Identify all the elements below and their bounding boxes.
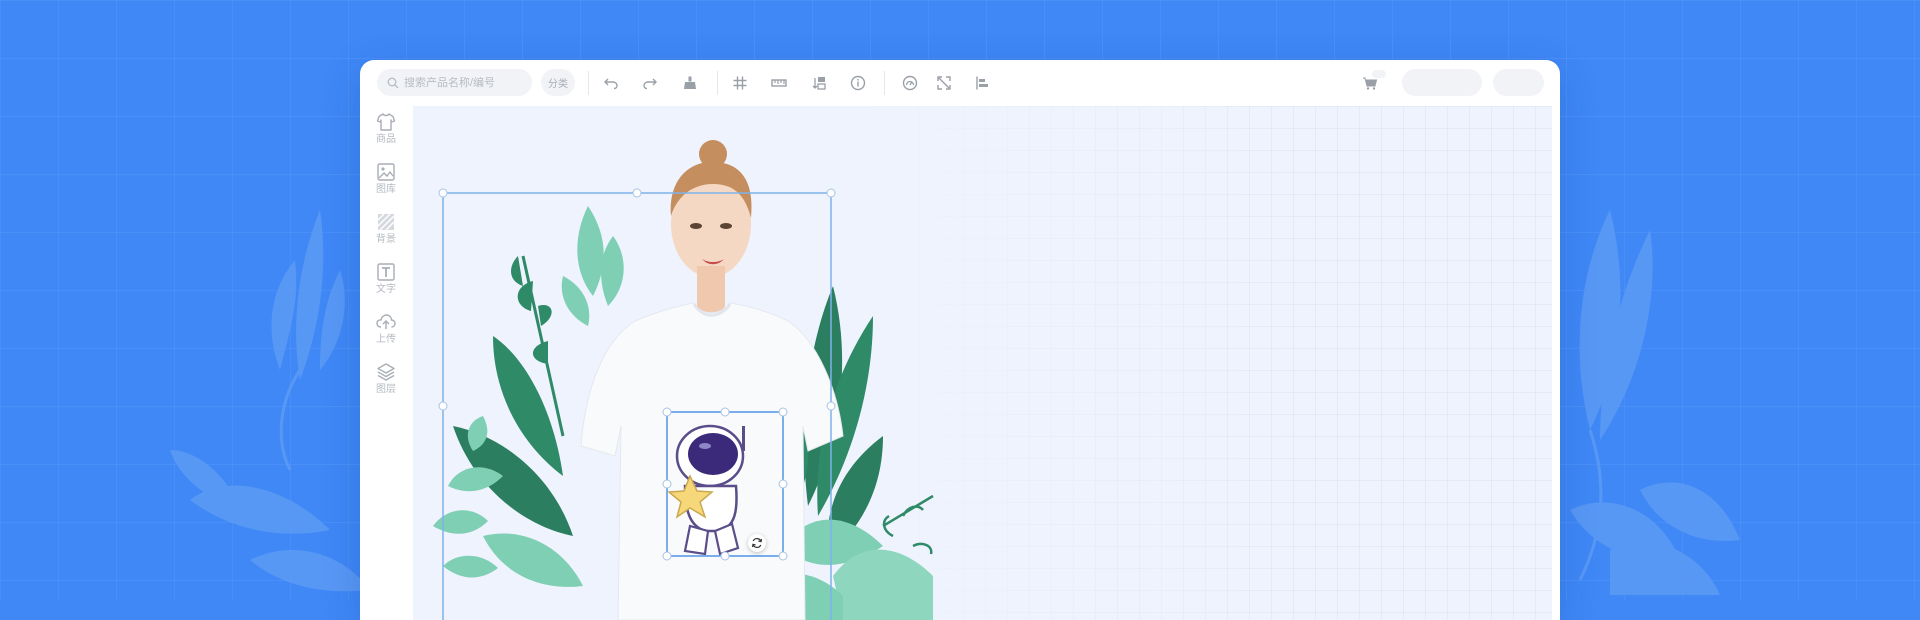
dashboard-icon[interactable] xyxy=(899,72,921,94)
background-leaf-right xyxy=(1570,210,1740,595)
product-mockup-image xyxy=(433,140,934,620)
sidebar-item-label: 商品 xyxy=(376,134,396,145)
upload-icon xyxy=(376,314,396,329)
sidebar-item-layers[interactable]: 图层 xyxy=(366,362,406,408)
expand-icon[interactable] xyxy=(933,72,955,94)
toolbar-divider xyxy=(588,71,589,95)
sidebar-item-label: 背景 xyxy=(376,234,396,245)
ruler-icon[interactable] xyxy=(768,72,790,94)
notification-badge xyxy=(1372,70,1386,78)
sidebar-item-label: 上传 xyxy=(376,334,396,345)
search-box[interactable] xyxy=(377,69,532,96)
search-icon xyxy=(387,77,399,88)
text-icon xyxy=(377,263,395,281)
info-icon[interactable] xyxy=(847,72,869,94)
sidebar-item-background[interactable]: 背景 xyxy=(366,212,406,258)
sidebar-item-text[interactable]: 文字 xyxy=(366,262,406,308)
editor-window: 分类 xyxy=(360,60,1560,620)
rotate-icon xyxy=(751,537,763,549)
layers-icon xyxy=(377,363,395,381)
toolbar: 分类 xyxy=(360,60,1560,106)
redo-icon[interactable] xyxy=(639,72,661,94)
sidebar-item-label: 文字 xyxy=(376,284,396,295)
toolbar-divider xyxy=(717,71,718,95)
sidebar-item-gallery[interactable]: 图库 xyxy=(366,162,406,208)
design-canvas[interactable] xyxy=(413,106,1552,620)
tshirt-icon xyxy=(376,113,396,131)
category-button[interactable]: 分类 xyxy=(541,69,575,96)
toolbar-divider xyxy=(884,71,885,95)
action-button-secondary[interactable] xyxy=(1493,69,1544,96)
sidebar-item-label: 图层 xyxy=(376,384,396,395)
undo-icon[interactable] xyxy=(600,72,622,94)
grid-icon[interactable] xyxy=(729,72,751,94)
sidebar: 商品 图库 背景 文字 上传 图层 xyxy=(360,106,412,620)
layers-order-icon[interactable] xyxy=(808,72,830,94)
rotate-handle[interactable] xyxy=(748,534,766,552)
sidebar-item-products[interactable]: 商品 xyxy=(366,112,406,158)
background-leaf-left xyxy=(170,210,370,592)
sidebar-item-upload[interactable]: 上传 xyxy=(366,312,406,358)
clear-icon[interactable] xyxy=(679,72,701,94)
action-button-primary[interactable] xyxy=(1402,69,1482,96)
search-input[interactable] xyxy=(404,76,524,89)
background-icon xyxy=(377,213,395,231)
model-person xyxy=(580,140,844,620)
sidebar-item-label: 图库 xyxy=(376,184,396,195)
image-icon xyxy=(377,163,395,181)
align-left-icon[interactable] xyxy=(972,72,994,94)
